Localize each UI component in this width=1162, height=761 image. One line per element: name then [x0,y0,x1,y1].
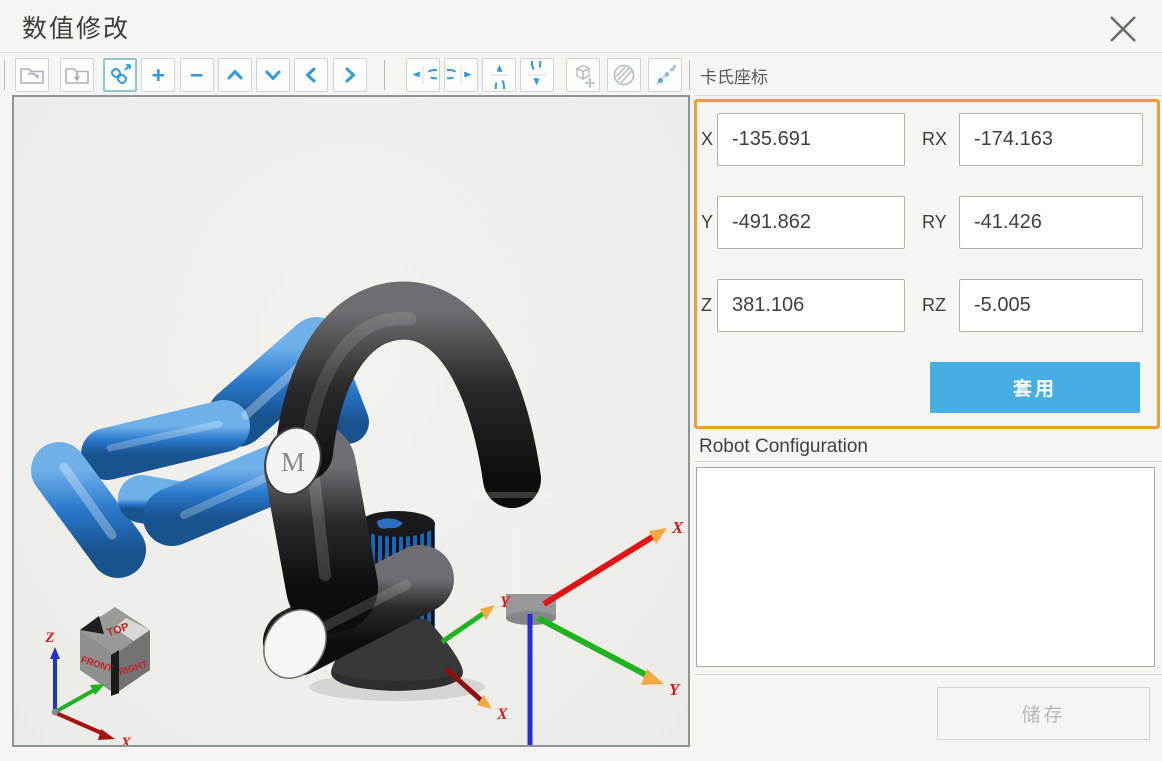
z-label: Z [701,279,712,332]
pan-left-button[interactable] [294,58,328,92]
toolbar-separator [689,60,690,90]
chevron-down-icon [259,61,287,89]
section-divider [694,674,1162,675]
pan-right-button[interactable] [333,58,367,92]
folder-export-button[interactable] [15,58,49,92]
tcp-y-axis [538,618,650,677]
rz-input[interactable] [959,279,1143,332]
title-divider [0,52,1162,53]
rotate-down-icon [523,61,551,89]
robot-scene: M Y X X Y TOP [14,97,688,745]
x-label: X [701,113,713,166]
point-vector-icon [651,61,679,89]
ry-input[interactable] [959,196,1143,249]
ry-label: RY [922,196,947,249]
chevron-left-icon [297,61,325,89]
base-x-label: X [496,706,508,723]
tcp-y-label: Y [669,680,681,699]
base-y-label: Y [500,594,511,611]
rz-label: RZ [922,279,946,332]
folder-import-button[interactable] [60,58,94,92]
close-icon [1106,12,1140,46]
rx-label: RX [922,113,947,166]
origin-z-label: Z [44,630,54,646]
fit-view-button[interactable] [103,58,137,92]
x-input[interactable] [717,113,905,166]
tcp-x-label: X [671,518,684,537]
zoom-out-button[interactable]: − [180,58,214,92]
toolbar-separator [4,60,5,90]
robot-configuration-list[interactable] [696,467,1155,667]
section-divider [694,95,1162,96]
robot-configuration-title: Robot Configuration [699,436,868,458]
tcp-x-axis [544,536,654,604]
shade-sphere-button[interactable] [607,58,641,92]
save-button[interactable]: 储存 [937,687,1150,740]
rotate-right-button[interactable] [444,58,478,92]
folder-export-icon [18,61,46,89]
folder-import-icon [63,61,91,89]
y-input[interactable] [717,196,905,249]
robot-logo: M [281,447,305,477]
plus-icon: + [152,64,165,87]
apply-button[interactable]: 套用 [930,362,1140,413]
minus-icon: − [190,64,203,87]
point-vector-button[interactable] [648,58,682,92]
rotate-left-icon [409,61,437,89]
viewport-3d[interactable]: M Y X X Y TOP [12,95,690,747]
view-cube[interactable]: TOP FRONT RIGHT [79,607,150,696]
origin-x-label: X [120,735,132,745]
cube-move-icon [569,61,597,89]
sphere-hatch-icon [610,61,638,89]
pan-down-button[interactable] [256,58,290,92]
rotate-up-icon [485,61,513,89]
rotate-up-button[interactable] [482,58,516,92]
rotate-right-icon [447,61,475,89]
viewport-toolbar: + − [4,56,690,94]
rotate-down-button[interactable] [520,58,554,92]
rx-input[interactable] [959,113,1143,166]
page-title: 数值修改 [22,9,130,45]
toolbar-separator [384,60,385,90]
chevron-right-icon [336,61,364,89]
fit-link-icon [106,61,134,89]
z-input[interactable] [717,279,905,332]
rotate-left-button[interactable] [406,58,440,92]
move-object-button[interactable] [566,58,600,92]
section-divider [694,461,1162,462]
y-label: Y [701,196,713,249]
pan-up-button[interactable] [218,58,252,92]
cartesian-section-title: 卡氏座标 [700,63,768,88]
zoom-in-button[interactable]: + [141,58,175,92]
chevron-up-icon [221,61,249,89]
close-button[interactable] [1098,6,1148,52]
